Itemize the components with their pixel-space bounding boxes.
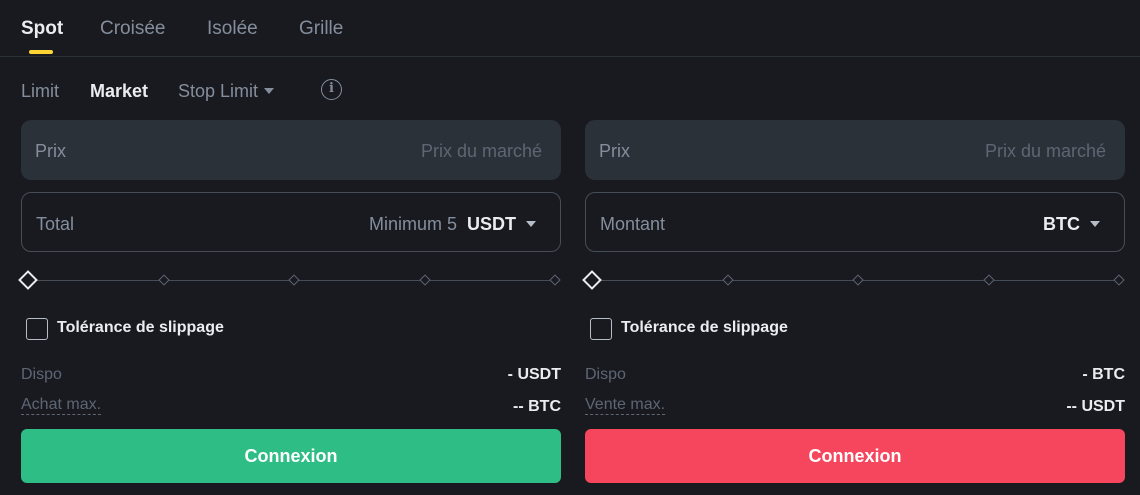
tab-isolee-label: Isolée [207, 18, 258, 39]
slider-step-75[interactable] [983, 274, 995, 286]
chevron-down-icon [264, 88, 275, 94]
sell-login-button[interactable]: Connexion [585, 429, 1125, 483]
sell-max-row: Vente max. -- USDT [585, 396, 1125, 418]
slider-step-50[interactable] [852, 274, 864, 286]
sell-max-label[interactable]: Vente max. [585, 396, 666, 415]
order-type-limit-label: Limit [21, 81, 60, 101]
slider-step-100[interactable] [549, 274, 561, 286]
slider-step-25[interactable] [722, 274, 734, 286]
order-type-stop-limit-label: Stop Limit [178, 81, 259, 101]
tab-spot-label: Spot [21, 18, 64, 39]
buy-amount-slider[interactable] [18, 270, 561, 290]
buy-price-placeholder: Prix du marché [420, 141, 542, 161]
sell-amount-input[interactable]: Montant BTC [585, 192, 1125, 252]
sell-slippage-label: Tolérance de slippage [621, 319, 788, 336]
active-tab-indicator [29, 50, 53, 54]
slider-step-25[interactable] [158, 274, 170, 286]
order-type-stop-limit[interactable]: Stop Limit [178, 80, 275, 102]
buy-minimum-hint: Minimum 5 [368, 214, 457, 234]
sell-max-value: -- USDT [1066, 398, 1125, 415]
slider-handle[interactable] [582, 270, 602, 290]
buy-price-label: Prix [35, 141, 66, 161]
sell-available-row: Dispo - BTC [585, 364, 1125, 386]
order-type-market[interactable]: Market [90, 80, 148, 102]
buy-slippage-label: Tolérance de slippage [57, 319, 224, 336]
chevron-down-icon[interactable] [526, 221, 536, 227]
buy-total-input[interactable]: Total Minimum 5 USDT [21, 192, 561, 252]
tab-croisee[interactable]: Croisée [100, 17, 165, 41]
sell-panel: Prix Prix du marché Montant BTC Toléranc… [582, 120, 1125, 490]
order-type-market-label: Market [90, 81, 149, 101]
buy-available-label: Dispo [21, 366, 62, 383]
buy-login-button[interactable]: Connexion [21, 429, 561, 483]
buy-total-right: Minimum 5 USDT [369, 213, 536, 235]
buy-max-row: Achat max. -- BTC [21, 396, 561, 418]
buy-price-field: Prix Prix du marché [21, 120, 561, 180]
sell-unit-selector[interactable]: BTC [1043, 214, 1080, 234]
slider-step-100[interactable] [1113, 274, 1125, 286]
tab-spot[interactable]: Spot [21, 17, 64, 54]
sell-amount-label: Montant [600, 214, 666, 234]
sell-price-label: Prix [599, 141, 630, 161]
tab-isolee[interactable]: Isolée [207, 17, 258, 41]
buy-unit-selector[interactable]: USDT [467, 214, 516, 234]
sell-available-value: - BTC [1082, 366, 1125, 383]
buy-available-row: Dispo - USDT [21, 364, 561, 386]
sell-amount-slider[interactable] [582, 270, 1125, 290]
sell-amount-right: BTC [1043, 213, 1100, 235]
tab-croisee-label: Croisée [100, 18, 166, 39]
buy-max-value: -- BTC [513, 398, 561, 415]
chevron-down-icon[interactable] [1090, 221, 1100, 227]
info-icon[interactable]: i [321, 79, 342, 100]
buy-available-value: - USDT [507, 366, 561, 383]
trade-mode-tabs: Spot Croisée Isolée Grille [0, 0, 1140, 57]
buy-panel: Prix Prix du marché Total Minimum 5 USDT … [18, 120, 561, 490]
order-type-limit[interactable]: Limit [21, 80, 59, 102]
spot-trade-panel: Spot Croisée Isolée Grille Limit Market … [0, 0, 1140, 495]
slider-step-75[interactable] [419, 274, 431, 286]
sell-price-field: Prix Prix du marché [585, 120, 1125, 180]
slider-handle[interactable] [18, 270, 38, 290]
sell-slippage-checkbox[interactable] [590, 318, 612, 340]
tab-grille[interactable]: Grille [299, 17, 343, 41]
buy-total-label: Total [36, 214, 75, 234]
slider-step-50[interactable] [288, 274, 300, 286]
sell-price-placeholder: Prix du marché [984, 141, 1106, 161]
buy-slippage-checkbox[interactable] [26, 318, 48, 340]
buy-max-label[interactable]: Achat max. [21, 396, 102, 415]
tab-grille-label: Grille [299, 18, 344, 39]
sell-available-label: Dispo [585, 366, 626, 383]
